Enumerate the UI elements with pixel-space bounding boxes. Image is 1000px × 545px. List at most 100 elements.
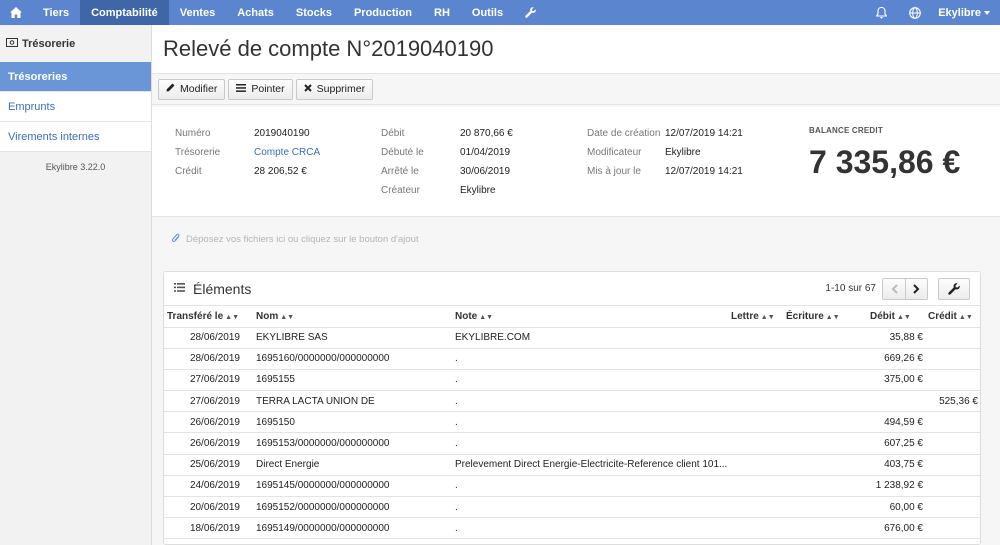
bell-icon[interactable] bbox=[865, 0, 898, 25]
modify-button[interactable]: Modifier bbox=[158, 78, 226, 100]
cell-name: 1695153/0000000/000000000 bbox=[253, 432, 452, 455]
file-dropzone[interactable]: Déposez vos fichiers ici ou cliquez sur … bbox=[171, 233, 419, 246]
cell-date: 26/06/2019 bbox=[164, 432, 253, 455]
paperclip-icon bbox=[171, 233, 180, 246]
table-row[interactable]: 18/06/2019 1695149/0000000/000000000. 676,… bbox=[164, 517, 980, 540]
nav-item-achats[interactable]: Achats bbox=[226, 0, 285, 25]
balance-label: BALANCE CREDIT bbox=[809, 126, 883, 135]
field-value-debit: 20 870,66 € bbox=[460, 128, 513, 139]
cell-note: . bbox=[452, 369, 728, 392]
cell-credit bbox=[925, 411, 980, 434]
table-row[interactable]: 26/06/2019 1695150. 494,59 € bbox=[164, 411, 980, 434]
field-value-credit: 28 206,52 € bbox=[254, 166, 307, 177]
column-header-transfere[interactable]: Transféré le ▲▼ bbox=[164, 306, 253, 328]
dropzone-text: Déposez vos fichiers ici ou cliquez sur … bbox=[186, 234, 419, 245]
delete-button[interactable]: Supprimer bbox=[295, 78, 374, 100]
field-value-numero: 2019040190 bbox=[254, 128, 310, 139]
check-button[interactable]: Pointer bbox=[228, 78, 293, 100]
sidebar-item-virements-internes[interactable]: Virements internes bbox=[0, 122, 151, 152]
pagination-info: 1-10 sur 67 bbox=[825, 283, 876, 294]
cell-note: EKYLIBRE.COM bbox=[452, 327, 728, 349]
cell-note: . bbox=[452, 432, 728, 455]
cell-entry bbox=[783, 517, 850, 540]
table-row[interactable]: 28/06/2019 1695160/0000000/000000000. 669,… bbox=[164, 348, 980, 370]
column-header-lettre[interactable]: Lettre ▲▼ bbox=[728, 306, 783, 328]
cell-letter bbox=[728, 411, 783, 434]
table-row[interactable]: 25/06/2019 Direct Energie Prelevement Dire… bbox=[164, 454, 980, 476]
cell-credit: 525,36 € bbox=[925, 390, 980, 413]
cell-name: EKYLIBRE SAS bbox=[253, 327, 452, 349]
table-row[interactable]: 20/06/2019 1695152/0000000/000000000. 60,0… bbox=[164, 496, 980, 519]
cell-debit: 60,00 € bbox=[850, 496, 925, 519]
column-header-credit[interactable]: Crédit ▲▼ bbox=[925, 306, 980, 328]
nav-item-tiers[interactable]: Tiers bbox=[32, 0, 80, 25]
cell-entry bbox=[783, 369, 850, 392]
cell-date: 20/06/2019 bbox=[164, 496, 253, 519]
field-value-arrete: 30/06/2019 bbox=[460, 166, 511, 177]
sidebar-item-tresoreries[interactable]: Trésoreries bbox=[0, 62, 151, 92]
nav-item-ventes[interactable]: Ventes bbox=[169, 0, 226, 25]
cell-letter bbox=[728, 454, 783, 476]
next-page-button[interactable] bbox=[905, 278, 927, 299]
cell-date: 18/06/2019 bbox=[164, 517, 253, 540]
cell-name: Direct Energie bbox=[253, 454, 452, 476]
nav-item-comptabilite[interactable]: Comptabilité bbox=[80, 0, 169, 25]
user-menu[interactable]: Ekylibre bbox=[932, 0, 1000, 25]
table-row[interactable]: 28/06/2019 EKYLIBRE SAS EKYLIBRE.COM 35,88 … bbox=[164, 327, 980, 349]
table-row[interactable]: 26/06/2019 1695153/0000000/000000000. 607,… bbox=[164, 432, 980, 455]
cell-name: 1695150 bbox=[253, 411, 452, 434]
sort-icon: ▲▼ bbox=[280, 313, 295, 321]
cell-entry bbox=[783, 454, 850, 476]
field-label-arrete: Arrêté le bbox=[381, 166, 419, 177]
cell-entry bbox=[783, 496, 850, 519]
nav-item-outils[interactable]: Outils bbox=[461, 0, 514, 25]
nav-item-stocks[interactable]: Stocks bbox=[285, 0, 343, 25]
page-title: Relevé de compte N°2019040190 bbox=[163, 36, 494, 61]
elements-table: Transféré le ▲▼ Nom ▲▼ Note ▲▼ Lettre ▲▼ Écr… bbox=[164, 306, 980, 540]
sort-icon: ▲▼ bbox=[825, 313, 840, 321]
treasury-link[interactable]: Compte CRCA bbox=[254, 147, 320, 158]
globe-icon[interactable] bbox=[898, 0, 932, 25]
cell-date: 28/06/2019 bbox=[164, 348, 253, 370]
cell-note: . bbox=[452, 390, 728, 413]
column-header-debit[interactable]: Débit ▲▼ bbox=[850, 306, 925, 328]
column-header-ecriture[interactable]: Écriture ▲▼ bbox=[783, 306, 850, 328]
table-settings-button[interactable] bbox=[938, 277, 970, 300]
prev-page-button[interactable] bbox=[883, 278, 905, 299]
nav-item-production[interactable]: Production bbox=[343, 0, 423, 25]
cell-note: Prelevement Direct Energie-Electricite-R… bbox=[452, 454, 728, 476]
column-header-note[interactable]: Note ▲▼ bbox=[452, 306, 728, 328]
home-icon[interactable] bbox=[0, 0, 32, 25]
cell-debit: 676,00 € bbox=[850, 517, 925, 540]
cell-letter bbox=[728, 327, 783, 349]
column-header-nom[interactable]: Nom ▲▼ bbox=[253, 306, 452, 328]
cell-entry bbox=[783, 327, 850, 349]
elements-title: Éléments bbox=[193, 280, 252, 297]
field-label-date-creation: Date de création bbox=[587, 128, 661, 139]
cell-note: . bbox=[452, 348, 728, 370]
cell-credit bbox=[925, 327, 980, 349]
list-icon bbox=[174, 282, 185, 295]
pencil-icon bbox=[166, 83, 175, 95]
table-row[interactable]: 24/06/2019 1695145/0000000/000000000. 1 23… bbox=[164, 475, 980, 498]
wrench-icon[interactable] bbox=[514, 0, 547, 25]
cell-credit bbox=[925, 348, 980, 370]
sidebar-section-header: Trésorerie bbox=[0, 25, 151, 62]
pagination-controls bbox=[882, 277, 928, 300]
table-row[interactable]: 27/06/2019 TERRA LACTA UNION DE. 525,36 € bbox=[164, 390, 980, 413]
nav-item-rh[interactable]: RH bbox=[423, 0, 461, 25]
cell-date: 28/06/2019 bbox=[164, 327, 253, 349]
field-value-modificateur: Ekylibre bbox=[665, 147, 701, 158]
field-label-credit: Crédit bbox=[175, 166, 202, 177]
sort-icon: ▲▼ bbox=[958, 313, 973, 321]
field-label-mis-a-jour: Mis à jour le bbox=[587, 166, 641, 177]
cell-name: 1695152/0000000/000000000 bbox=[253, 496, 452, 519]
sidebar-item-emprunts[interactable]: Emprunts bbox=[0, 92, 151, 122]
sort-icon: ▲▼ bbox=[225, 313, 240, 321]
field-value-createur: Ekylibre bbox=[460, 185, 496, 196]
field-value-date-creation: 12/07/2019 14:21 bbox=[665, 128, 743, 139]
wrench-icon bbox=[948, 282, 960, 295]
table-row[interactable]: 27/06/2019 1695155. 375,00 € bbox=[164, 369, 980, 392]
cell-credit bbox=[925, 454, 980, 476]
field-value-mis-a-jour: 12/07/2019 14:21 bbox=[665, 166, 743, 177]
